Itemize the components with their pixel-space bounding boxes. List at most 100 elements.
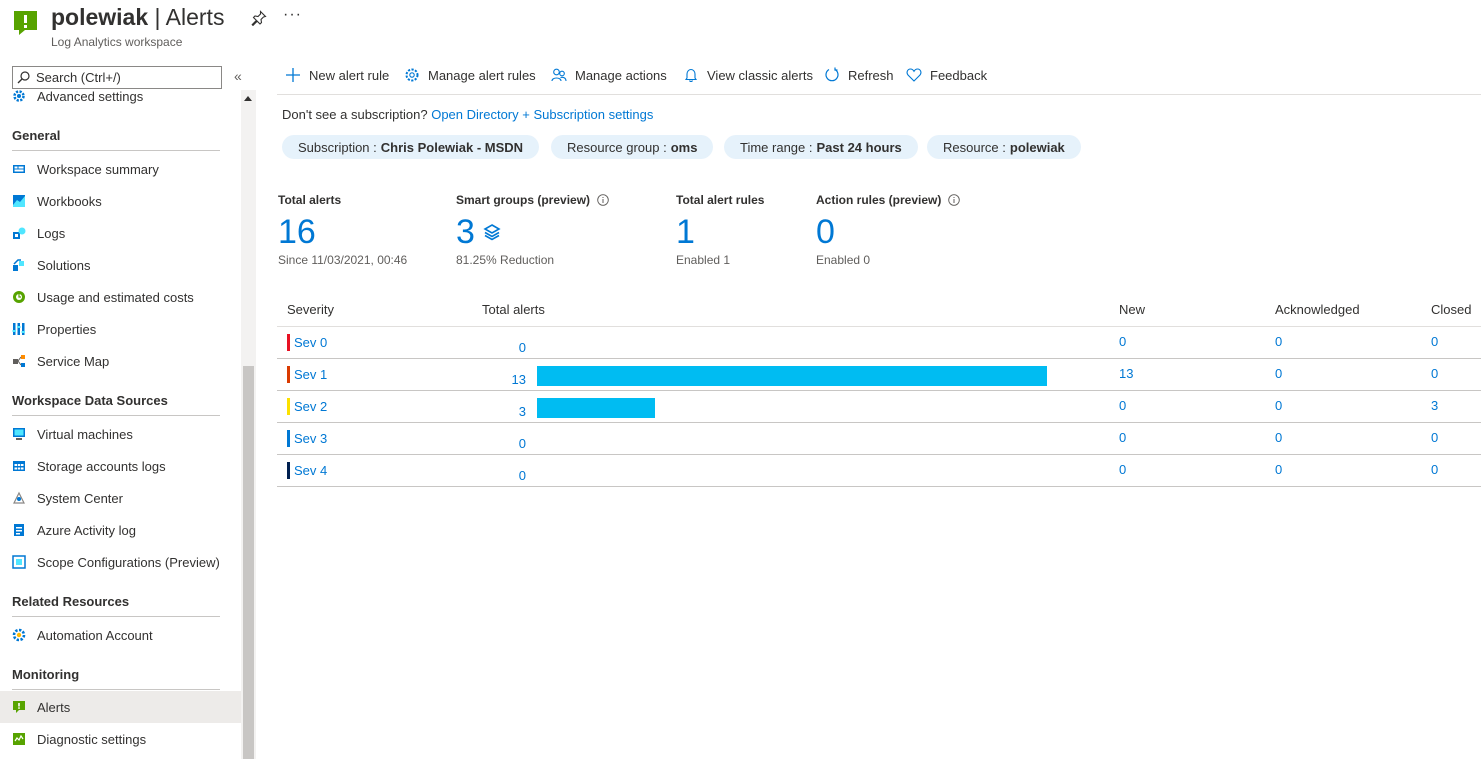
column-header-total-alerts: Total alerts (482, 302, 545, 317)
sidebar-scrollbar[interactable] (241, 90, 256, 759)
sidebar-item-workbooks[interactable]: Workbooks (0, 185, 241, 217)
table-row[interactable]: Sev 3 0 0 0 0 (277, 423, 1481, 455)
sidebar-item-label: Virtual machines (37, 426, 133, 442)
sidebar-item-label: Advanced settings (37, 90, 144, 104)
sidebar-item-logs[interactable]: Logs (0, 217, 241, 249)
closed-count[interactable]: 0 (1431, 430, 1438, 445)
feedback-button[interactable]: Feedback (906, 67, 987, 83)
closed-count[interactable]: 3 (1431, 398, 1438, 413)
sidebar-item-automation-account[interactable]: Automation Account (0, 619, 241, 651)
search-box[interactable] (12, 66, 222, 89)
acknowledged-count[interactable]: 0 (1275, 398, 1282, 413)
sidebar-item-system-center[interactable]: System Center (0, 482, 241, 514)
total-alerts-bar[interactable] (537, 398, 655, 418)
severity-link[interactable]: Sev 2 (294, 399, 327, 414)
acknowledged-count[interactable]: 0 (1275, 366, 1282, 381)
table-row[interactable]: Sev 2 3 0 0 3 (277, 391, 1481, 423)
sidebar-nav: Advanced settings General Workspace summ… (0, 90, 241, 759)
total-alerts-count[interactable]: 0 (496, 340, 526, 355)
metric-caption: Enabled 0 (816, 253, 871, 267)
sidebar-item-usage-costs[interactable]: Usage and estimated costs (0, 281, 241, 313)
closed-count[interactable]: 0 (1431, 366, 1438, 381)
metric-label: Total alerts (278, 193, 342, 207)
total-alerts-count[interactable]: 13 (496, 372, 526, 387)
sidebar-item-label: Azure Activity log (37, 522, 136, 538)
scroll-up-arrow-icon[interactable] (244, 96, 252, 101)
sidebar-item-label: Scope Configurations (Preview) (37, 554, 220, 570)
filter-subscription[interactable]: Subscription : Chris Polewiak - MSDN (282, 135, 540, 159)
severity-link[interactable]: Sev 0 (294, 335, 327, 350)
collapse-sidebar-button[interactable]: « (234, 68, 242, 84)
sidebar-item-label: Properties (37, 321, 97, 337)
closed-count[interactable]: 0 (1431, 462, 1438, 477)
acknowledged-count[interactable]: 0 (1275, 334, 1282, 349)
total-alerts-bar[interactable] (537, 366, 1047, 386)
total-alerts-count[interactable]: 3 (496, 404, 526, 419)
filter-value: Past 24 hours (816, 139, 902, 155)
metric-value[interactable]: 3 (456, 213, 609, 251)
heart-icon (906, 68, 922, 82)
severity-link[interactable]: Sev 4 (294, 463, 327, 478)
table-row[interactable]: Sev 0 0 0 0 0 (277, 327, 1481, 359)
column-header-new: New (1119, 302, 1146, 317)
metric-label: Action rules (preview) (816, 193, 961, 207)
acknowledged-count[interactable]: 0 (1275, 430, 1282, 445)
manage-alert-rules-button[interactable]: Manage alert rules (404, 67, 536, 83)
sidebar-item-azure-activity-log[interactable]: Azure Activity log (0, 514, 241, 546)
table-row[interactable]: Sev 4 0 0 0 0 (277, 455, 1481, 487)
metric-number[interactable]: 16 (278, 213, 316, 251)
people-icon (551, 68, 567, 82)
filter-resource[interactable]: Resource : polewiak (927, 135, 1081, 159)
table-row[interactable]: Sev 1 13 13 0 0 (277, 359, 1481, 391)
pin-icon[interactable] (251, 10, 267, 26)
view-classic-alerts-button[interactable]: View classic alerts (683, 67, 813, 83)
sidebar-item-alerts[interactable]: Alerts (0, 691, 241, 723)
sidebar-item-label: Diagnostic settings (37, 731, 147, 747)
new-alert-rule-button[interactable]: New alert rule (285, 67, 389, 83)
new-count[interactable]: 0 (1119, 334, 1126, 349)
sidebar-item-diagnostic-settings[interactable]: Diagnostic settings (0, 723, 241, 755)
sidebar-item-scope-configurations[interactable]: Scope Configurations (Preview) (0, 546, 241, 578)
properties-icon (12, 323, 25, 335)
metric-value[interactable]: 1 (676, 213, 764, 251)
metric-smart-groups: Smart groups (preview) 3 81.25% Reductio… (456, 193, 609, 267)
severity-link[interactable]: Sev 3 (294, 431, 327, 446)
usage-costs-icon (13, 291, 25, 303)
metric-value[interactable]: 0 (816, 213, 960, 251)
new-count[interactable]: 0 (1119, 398, 1126, 413)
metric-number[interactable]: 3 (456, 213, 475, 251)
search-input[interactable] (36, 70, 216, 85)
filter-resource-group[interactable]: Resource group : oms (551, 135, 714, 159)
closed-count[interactable]: 0 (1431, 334, 1438, 349)
solutions-icon (13, 259, 24, 271)
sidebar-item-virtual-machines[interactable]: Virtual machines (0, 418, 241, 450)
sidebar-item-properties[interactable]: Properties (0, 313, 241, 345)
metric-value[interactable]: 16 (278, 213, 407, 251)
sidebar-item-advanced-settings[interactable]: Advanced settings (0, 90, 241, 112)
new-count[interactable]: 0 (1119, 430, 1126, 445)
info-icon[interactable] (597, 194, 609, 206)
filter-label: Subscription : (298, 139, 377, 155)
manage-actions-button[interactable]: Manage actions (551, 67, 667, 83)
metric-label: Total alert rules (676, 193, 765, 207)
metric-number[interactable]: 1 (676, 213, 695, 251)
column-header-closed: Closed (1431, 302, 1472, 317)
total-alerts-count[interactable]: 0 (496, 436, 526, 451)
info-icon[interactable] (948, 194, 961, 206)
sidebar-item-service-map[interactable]: Service Map (0, 345, 241, 377)
refresh-button[interactable]: Refresh (824, 67, 894, 83)
new-count[interactable]: 13 (1119, 366, 1133, 381)
column-header-severity: Severity (287, 302, 334, 317)
scrollbar-thumb[interactable] (243, 366, 254, 759)
sidebar-item-workspace-summary[interactable]: Workspace summary (0, 153, 241, 185)
directory-settings-link[interactable]: Open Directory + Subscription settings (431, 107, 653, 122)
total-alerts-count[interactable]: 0 (496, 468, 526, 483)
sidebar-item-solutions[interactable]: Solutions (0, 249, 241, 281)
new-count[interactable]: 0 (1119, 462, 1126, 477)
severity-link[interactable]: Sev 1 (294, 367, 327, 382)
acknowledged-count[interactable]: 0 (1275, 462, 1282, 477)
sidebar-item-storage-accounts-logs[interactable]: Storage accounts logs (0, 450, 241, 482)
metric-number[interactable]: 0 (816, 213, 835, 251)
more-options-button[interactable]: ··· (283, 6, 302, 24)
filter-time-range[interactable]: Time range : Past 24 hours (724, 135, 918, 159)
